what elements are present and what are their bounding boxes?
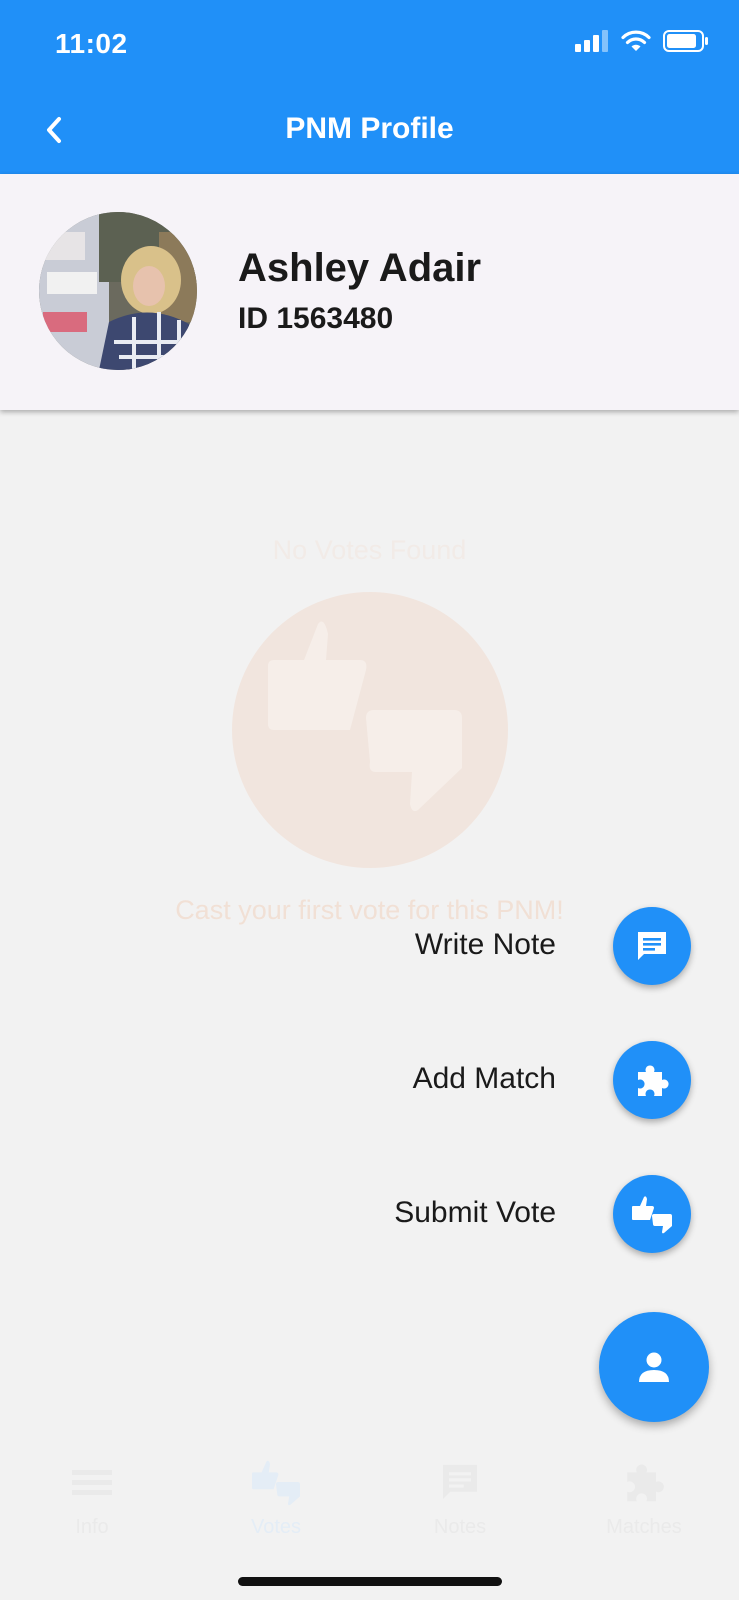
empty-state-illustration (232, 592, 508, 868)
speed-dial-main-button[interactable] (599, 1312, 709, 1422)
vote-icon (252, 1460, 300, 1506)
tab-votes-label: Votes (250, 1516, 302, 1538)
empty-state-title: No Votes Found (272, 535, 467, 565)
cellular-signal-icon (575, 30, 608, 52)
tab-matches-label: Matches (606, 1516, 682, 1538)
pnm-id: ID 1563480 (238, 302, 394, 335)
status-icons (575, 30, 709, 52)
tab-votes[interactable]: Votes (184, 1440, 368, 1550)
note-icon (638, 932, 666, 960)
list-icon (72, 1470, 112, 1495)
write-note-label[interactable]: Write Note (415, 928, 556, 962)
bottom-tab-bar: Info Votes Notes Matches (0, 1440, 739, 1550)
notes-icon (442, 1464, 478, 1500)
submit-vote-label[interactable]: Submit Vote (394, 1196, 556, 1230)
battery-icon (663, 30, 708, 52)
nav-bar: PNM Profile (0, 88, 739, 174)
tab-matches[interactable]: Matches (552, 1440, 736, 1550)
avatar (39, 212, 197, 370)
write-note-button[interactable] (613, 907, 691, 985)
vote-icon (632, 1196, 672, 1234)
puzzle-icon (638, 1065, 669, 1096)
pnm-name: Ashley Adair (238, 246, 482, 290)
wifi-icon (621, 30, 651, 51)
tab-info[interactable]: Info (0, 1440, 184, 1550)
add-match-button[interactable] (613, 1041, 691, 1119)
person-icon (639, 1352, 669, 1382)
status-time: 11:02 (55, 28, 128, 59)
page-title: PNM Profile (285, 112, 454, 145)
vote-icon (268, 621, 462, 812)
tab-notes[interactable]: Notes (368, 1440, 552, 1550)
puzzle-icon (627, 1464, 664, 1502)
submit-vote-button[interactable] (613, 1175, 691, 1253)
home-indicator (238, 1577, 502, 1586)
tab-notes-label: Notes (433, 1516, 487, 1538)
tab-info-label: Info (75, 1516, 109, 1538)
profile-header: Ashley Adair ID 1563480 (0, 174, 739, 410)
add-match-label[interactable]: Add Match (413, 1062, 556, 1096)
status-bar: 11:02 (0, 0, 739, 88)
